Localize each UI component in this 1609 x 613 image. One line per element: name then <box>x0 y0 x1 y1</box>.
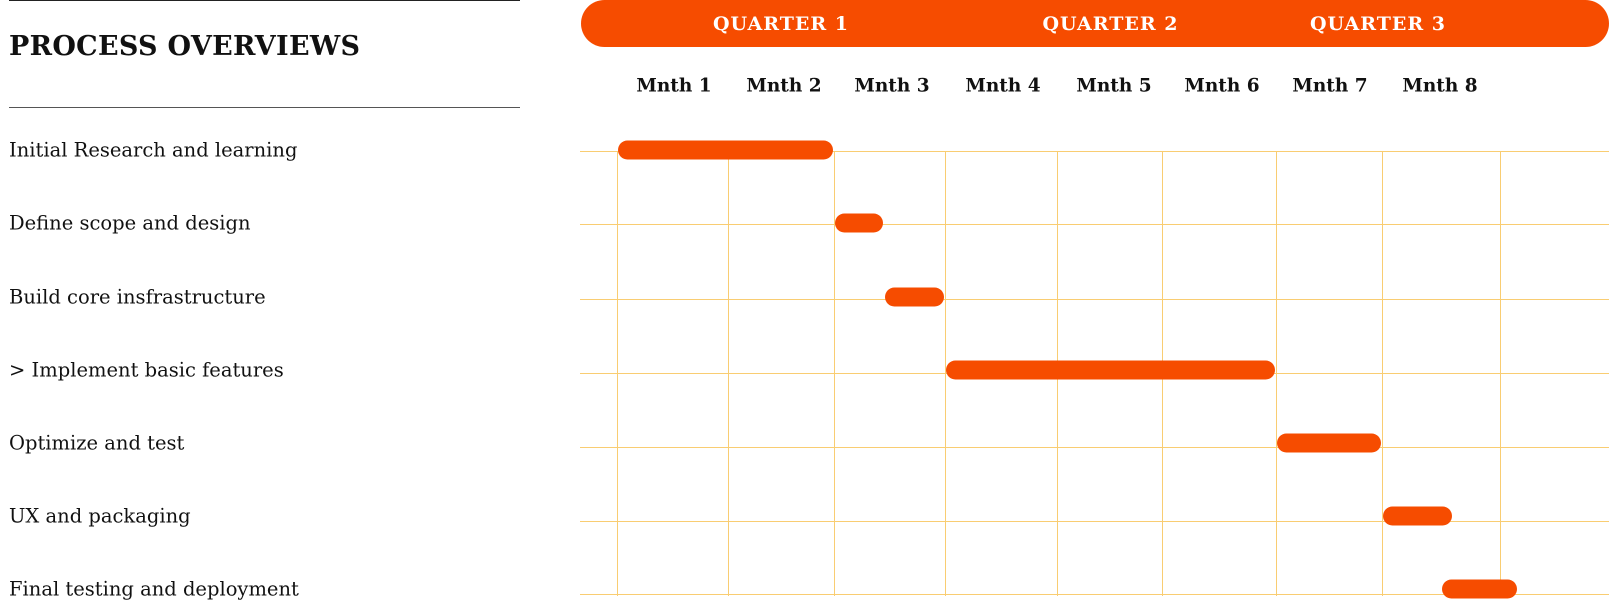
task-label: Final testing and deployment <box>9 577 299 601</box>
grid-row-line <box>580 447 1609 448</box>
month-label: Mnth 1 <box>636 75 712 97</box>
task-bar <box>884 287 944 307</box>
quarter-label: QUARTER 1 <box>713 13 849 35</box>
month-label: Mnth 5 <box>1076 75 1152 97</box>
task-label: Define scope and design <box>9 211 251 235</box>
grid-row-line <box>580 299 1609 300</box>
task-bar <box>835 213 883 233</box>
month-label: Mnth 4 <box>965 75 1041 97</box>
task-label: Initial Research and learning <box>9 138 298 162</box>
grid-month-line <box>1382 152 1383 596</box>
task-label: Optimize and test <box>9 431 185 455</box>
task-label: Build core insfrastructure <box>9 285 266 309</box>
grid-row-line <box>580 521 1609 522</box>
grid-month-line <box>617 152 618 596</box>
task-bar <box>1277 433 1381 453</box>
grid-month-line <box>945 152 946 596</box>
month-label: Mnth 8 <box>1402 75 1478 97</box>
month-label: Mnth 3 <box>854 75 930 97</box>
grid-month-line <box>1276 152 1277 596</box>
task-bar <box>1383 506 1452 526</box>
task-bar <box>946 360 1275 380</box>
quarter-label: QUARTER 3 <box>1310 13 1446 35</box>
quarter-label: QUARTER 2 <box>1042 13 1179 35</box>
task-bar <box>618 140 833 160</box>
task-bar <box>1442 579 1517 599</box>
grid-month-line <box>1500 152 1501 596</box>
month-label: Mnth 7 <box>1292 75 1368 97</box>
month-label: Mnth 2 <box>746 75 822 97</box>
task-label: > Implement basic features <box>9 358 284 382</box>
task-label: UX and packaging <box>9 504 191 528</box>
grid-row-line <box>580 224 1609 225</box>
grid-month-line <box>728 152 729 596</box>
task-list: Initial Research and learning Define scop… <box>0 0 560 613</box>
month-label: Mnth 6 <box>1184 75 1260 97</box>
